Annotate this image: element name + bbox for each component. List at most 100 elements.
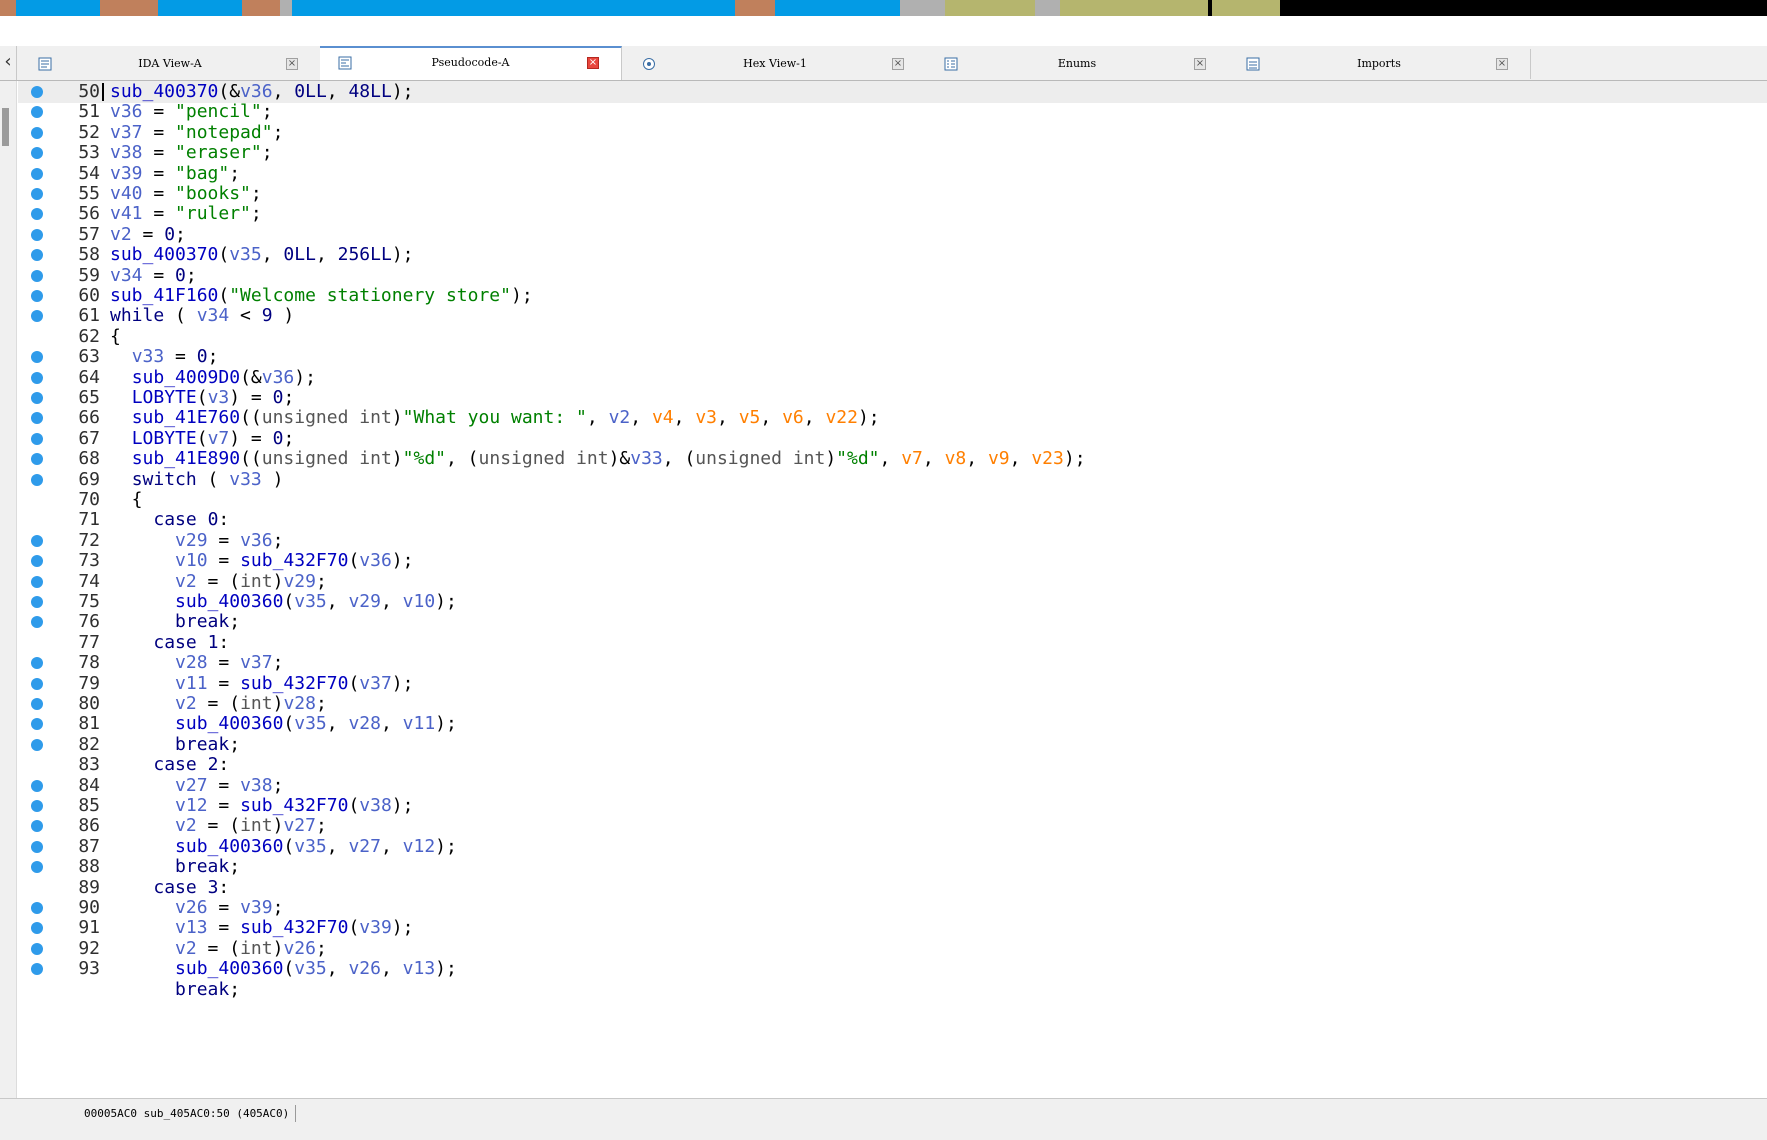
code-line[interactable]: 87 sub_400360(v35, v27, v12); [18,836,1767,858]
token-var[interactable]: v40 [110,183,143,204]
code-line[interactable]: 80 v2 = (int)v28; [18,693,1767,715]
token-fn[interactable]: sub_41E890 [132,448,240,469]
token-fn[interactable]: LOBYTE [132,387,197,408]
token-var[interactable]: v26 [283,938,316,959]
token-var[interactable]: v39 [110,163,143,184]
token-reg[interactable]: v5 [739,407,761,428]
token-fn[interactable]: sub_400370 [110,81,218,102]
close-icon[interactable]: × [587,57,599,69]
code-text[interactable]: case 1: [110,632,229,654]
code-text[interactable]: v38 = "eraser"; [110,142,273,164]
close-icon[interactable]: × [892,58,904,70]
breakpoint-dot-icon[interactable] [31,534,43,547]
nav-segment[interactable] [1280,0,1767,16]
code-line[interactable]: 55 v40 = "books"; [18,183,1767,205]
tab-hex-view-1[interactable]: Hex View-1 × [624,49,927,79]
token-var[interactable]: v38 [240,775,273,796]
breakpoint-dot-icon[interactable] [31,555,43,568]
code-text[interactable]: { [110,489,143,511]
nav-segment[interactable] [775,0,900,16]
code-text[interactable]: v37 = "notepad"; [110,122,283,144]
code-line[interactable]: 78 v28 = v37; [18,652,1767,674]
breakpoint-dot-icon[interactable] [31,779,43,792]
nav-segment[interactable] [945,0,1035,16]
tab-pseudocode-a[interactable]: Pseudocode-A × [320,46,622,80]
token-var[interactable]: v33 [132,346,165,367]
code-line[interactable]: 53 v38 = "eraser"; [18,142,1767,164]
code-line[interactable]: 74 v2 = (int)v29; [18,571,1767,593]
code-line[interactable]: break; [18,979,1767,1001]
code-text[interactable]: sub_400360(v35, v26, v13); [110,958,457,980]
code-line[interactable]: 88 break; [18,856,1767,878]
breakpoint-dot-icon[interactable] [31,596,43,608]
token-var[interactable]: v33 [229,469,262,490]
code-text[interactable]: v2 = (int)v29; [110,571,327,593]
token-var[interactable]: v2 [110,224,132,245]
token-var[interactable]: v29 [348,591,381,612]
breakpoint-dot-icon[interactable] [31,106,43,119]
close-icon[interactable]: × [1194,58,1206,70]
vertical-scrollbar[interactable] [0,81,17,1098]
breakpoint-dot-icon[interactable] [31,453,43,466]
breakpoint-dot-icon[interactable] [31,473,43,486]
code-text[interactable]: v39 = "bag"; [110,163,240,185]
code-line[interactable]: 62 { [18,326,1767,348]
breakpoint-dot-icon[interactable] [31,657,43,670]
code-line[interactable]: 64 sub_4009D0(&v36); [18,367,1767,389]
token-reg[interactable]: v3 [695,407,717,428]
code-text[interactable]: break; [110,734,240,756]
token-reg[interactable]: v6 [782,407,804,428]
token-var[interactable]: v2 [609,407,631,428]
code-line[interactable]: 66 sub_41E760((unsigned int)"What you wa… [18,407,1767,429]
breakpoint-dot-icon[interactable] [31,738,43,751]
token-var[interactable]: v37 [359,673,392,694]
code-line[interactable]: 84 v27 = v38; [18,775,1767,797]
breakpoint-dot-icon[interactable] [31,269,43,282]
code-line[interactable]: 58 sub_400370(v35, 0LL, 256LL); [18,244,1767,266]
breakpoint-dot-icon[interactable] [31,902,43,914]
code-text[interactable]: sub_400360(v35, v27, v12); [110,836,457,858]
token-var[interactable]: v3 [208,387,230,408]
token-fn[interactable]: sub_432F70 [240,550,348,571]
navigation-band[interactable] [0,0,1767,16]
token-fn[interactable]: LOBYTE [132,428,197,449]
breakpoint-dot-icon[interactable] [31,800,43,812]
token-reg[interactable]: v4 [652,407,674,428]
token-var[interactable]: v35 [294,713,327,734]
code-text[interactable]: v41 = "ruler"; [110,203,262,225]
token-var[interactable]: v11 [175,673,208,694]
code-line[interactable]: 65 LOBYTE(v3) = 0; [18,387,1767,409]
breakpoint-dot-icon[interactable] [31,86,43,98]
token-reg[interactable]: v8 [945,448,967,469]
token-reg[interactable]: v22 [825,407,858,428]
code-text[interactable]: break; [110,611,240,633]
breakpoint-dot-icon[interactable] [31,371,43,384]
token-fn[interactable]: sub_400360 [175,591,283,612]
breakpoint-dot-icon[interactable] [31,616,43,629]
nav-segment[interactable] [292,0,735,16]
breakpoint-dot-icon[interactable] [31,412,43,425]
code-line[interactable]: 93 sub_400360(v35, v26, v13); [18,958,1767,980]
token-fn[interactable]: sub_41F160 [110,285,218,306]
code-text[interactable]: sub_41F160("Welcome stationery store"); [110,285,533,307]
breakpoint-dot-icon[interactable] [31,228,43,241]
token-fn[interactable]: sub_400370 [110,244,218,265]
tab-ida-view-a[interactable]: IDA View-A × [20,49,321,79]
code-text[interactable]: v11 = sub_432F70(v37); [110,673,413,695]
token-var[interactable]: v26 [348,958,381,979]
token-var[interactable]: v39 [359,917,392,938]
close-icon[interactable]: × [1496,58,1508,70]
code-text[interactable]: sub_4009D0(&v36); [110,367,316,389]
breakpoint-dot-icon[interactable] [31,677,43,690]
token-fn[interactable]: sub_432F70 [240,795,348,816]
nav-segment[interactable] [1118,0,1208,16]
token-var[interactable]: v37 [110,122,143,143]
token-var[interactable]: v28 [348,713,381,734]
scrollbar-thumb[interactable] [2,108,9,146]
token-var[interactable]: v27 [348,836,381,857]
code-line[interactable]: 72 v29 = v36; [18,530,1767,552]
code-text[interactable]: sub_41E890((unsigned int)"%d", (unsigned… [110,448,1086,470]
nav-segment[interactable] [16,0,100,16]
code-line[interactable]: 91 v13 = sub_432F70(v39); [18,917,1767,939]
code-line[interactable]: 85 v12 = sub_432F70(v38); [18,795,1767,817]
